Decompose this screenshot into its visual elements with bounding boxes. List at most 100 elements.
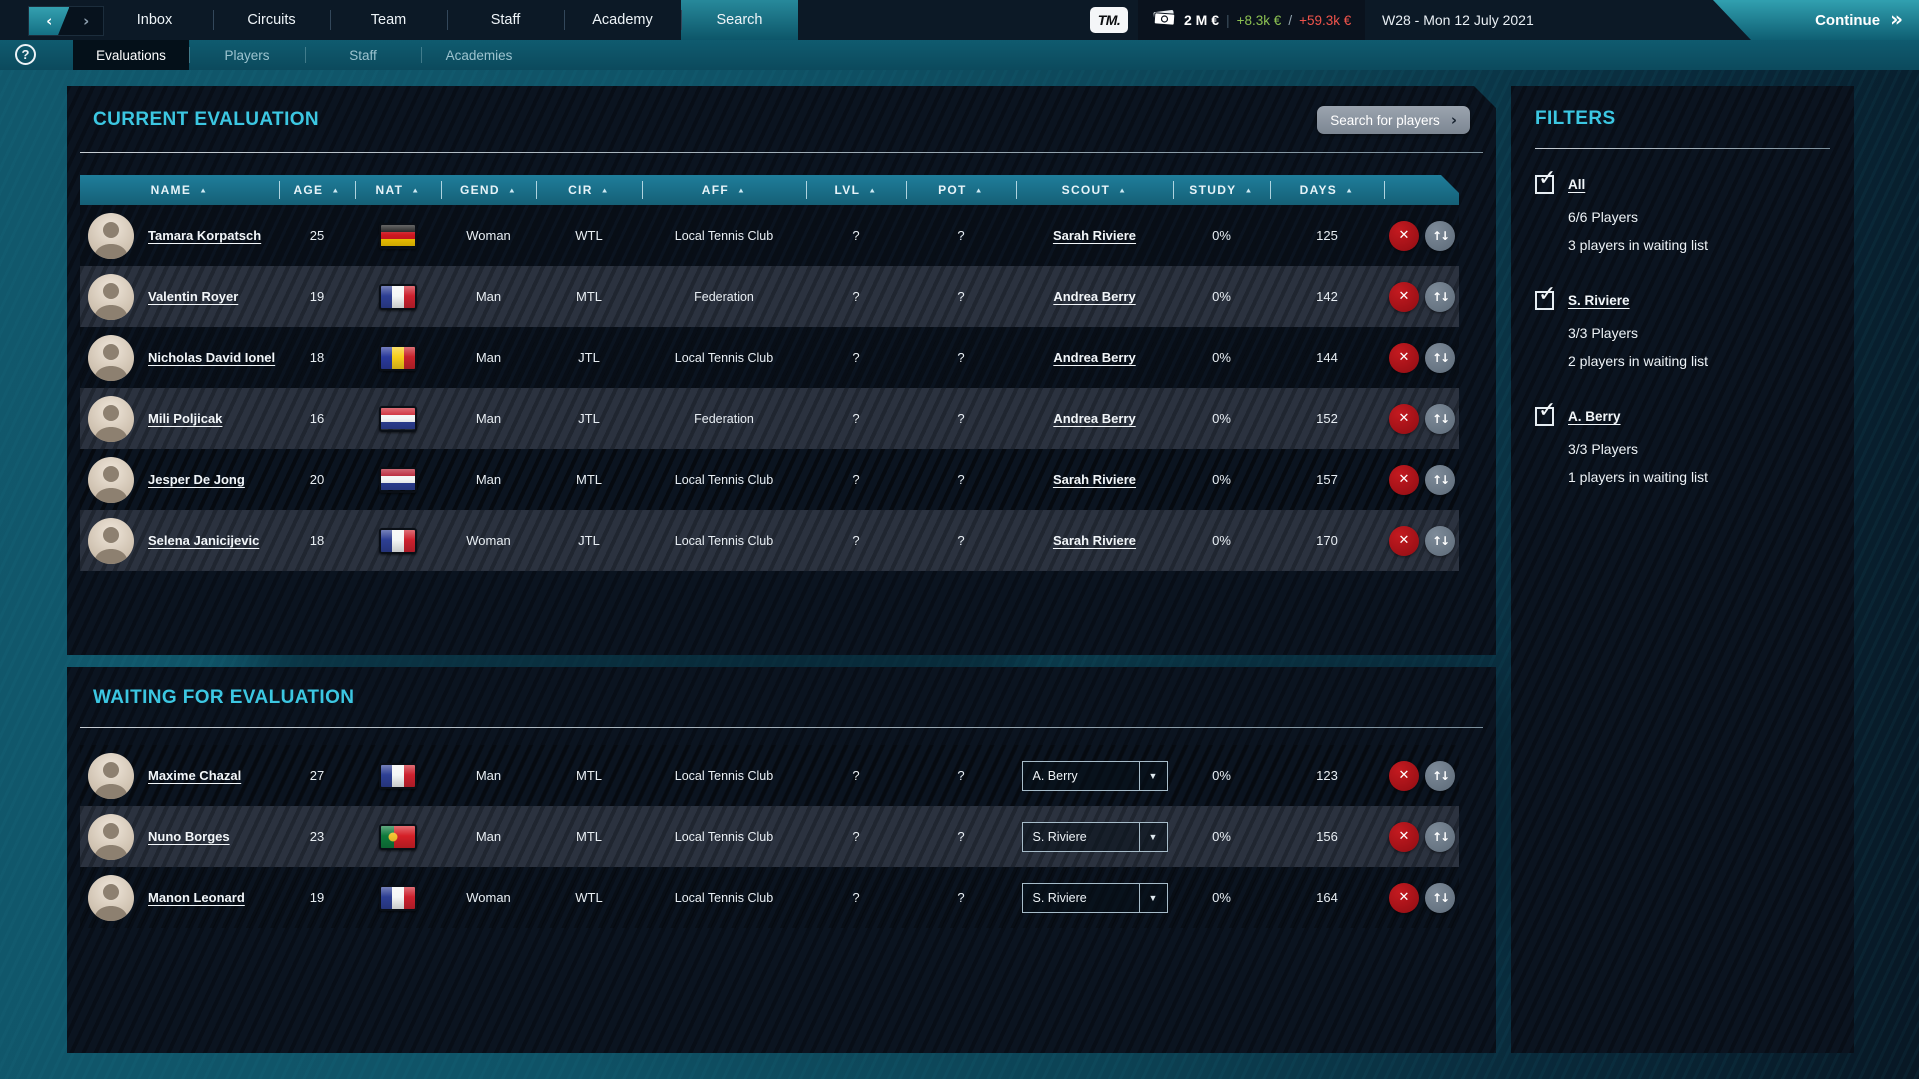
circuit-cell: MTL [536, 745, 642, 806]
search-for-players-button[interactable]: Search for players › [1317, 106, 1470, 134]
back-button[interactable]: ‹ [29, 7, 69, 35]
main-nav-tab[interactable]: Circuits [213, 0, 330, 40]
reorder-button[interactable]: ↑↓ [1425, 883, 1455, 913]
scout-name-link[interactable]: Andrea Berry [1053, 350, 1135, 365]
column-header[interactable]: GEND ▲ [441, 175, 536, 205]
player-avatar [88, 213, 134, 259]
waiting-player-row: Maxime Chazal 27 Man MTL Local Tennis Cl… [80, 745, 1459, 806]
player-name-link[interactable]: Jesper De Jong [148, 472, 245, 487]
sub-nav-tab[interactable]: Staff [305, 40, 421, 70]
scout-name-link[interactable]: Sarah Riviere [1053, 533, 1136, 548]
column-header[interactable]: SCOUT ▲ [1016, 175, 1173, 205]
days-cell: 170 [1270, 510, 1384, 571]
player-name-link[interactable]: Maxime Chazal [148, 768, 241, 783]
waiting-player-row: Nuno Borges 23 Man MTL Local Tennis Club… [80, 806, 1459, 867]
game-date: W28 - Mon 12 July 2021 [1382, 0, 1534, 40]
filter-checkbox[interactable]: ✓ [1535, 407, 1554, 426]
circuit-cell: WTL [536, 867, 642, 928]
filter-checkbox[interactable]: ✓ [1535, 291, 1554, 310]
sort-asc-icon: ▲ [331, 186, 340, 194]
affiliation-cell: Federation [642, 388, 806, 449]
player-row: Valentin Royer 19 Man MTL Federation ? ?… [80, 266, 1459, 327]
player-name-link[interactable]: Selena Janicijevic [148, 533, 259, 548]
scout-name-link[interactable]: Sarah Riviere [1053, 228, 1136, 243]
filter-group: ✓ A. Berry 3/3 Players 1 players in wait… [1535, 407, 1830, 485]
remove-evaluation-button[interactable]: ✕ [1389, 404, 1419, 434]
column-header[interactable]: NAME ▲ [80, 175, 279, 205]
player-name-link[interactable]: Manon Leonard [148, 890, 245, 905]
column-header[interactable]: AFF ▲ [642, 175, 806, 205]
remove-evaluation-button[interactable]: ✕ [1389, 761, 1419, 791]
current-evaluation-title: CURRENT EVALUATION [93, 109, 319, 131]
column-header-spacer [1384, 175, 1459, 205]
gender-cell: Man [441, 327, 536, 388]
main-nav-tab[interactable]: Academy [564, 0, 681, 40]
level-cell: ? [806, 205, 906, 266]
sub-nav-tab[interactable]: Players [189, 40, 305, 70]
potential-cell: ? [906, 806, 1016, 867]
waiting-evaluation-rows: Maxime Chazal 27 Man MTL Local Tennis Cl… [80, 745, 1459, 928]
filter-waiting-count: 1 players in waiting list [1568, 469, 1830, 485]
divider [80, 152, 1483, 153]
reorder-button[interactable]: ↑↓ [1425, 526, 1455, 556]
player-name-link[interactable]: Nicholas David Ionel [148, 350, 275, 365]
sub-nav: ? EvaluationsPlayersStaffAcademies [0, 40, 1919, 70]
main-nav-tab[interactable]: Inbox [96, 0, 213, 40]
sub-nav-tab[interactable]: Evaluations [73, 40, 189, 70]
player-avatar [88, 274, 134, 320]
help-icon[interactable]: ? [15, 44, 36, 65]
remove-evaluation-button[interactable]: ✕ [1389, 883, 1419, 913]
scout-select-dropdown[interactable]: S. Riviere ▼ [1022, 883, 1168, 913]
potential-cell: ? [906, 205, 1016, 266]
main-nav-tab[interactable]: Team [330, 0, 447, 40]
remove-evaluation-button[interactable]: ✕ [1389, 221, 1419, 251]
column-header[interactable]: LVL ▲ [806, 175, 906, 205]
continue-button[interactable]: Continue » [1713, 0, 1919, 40]
weekly-loss: +59.3k € [1299, 13, 1351, 28]
age-cell: 18 [279, 327, 355, 388]
sort-asc-icon: ▲ [411, 186, 420, 194]
scout-name-link[interactable]: Andrea Berry [1053, 411, 1135, 426]
remove-evaluation-button[interactable]: ✕ [1389, 343, 1419, 373]
player-name-link[interactable]: Mili Poljicak [148, 411, 222, 426]
remove-evaluation-button[interactable]: ✕ [1389, 526, 1419, 556]
level-cell: ? [806, 510, 906, 571]
remove-evaluation-button[interactable]: ✕ [1389, 465, 1419, 495]
filter-checkbox[interactable]: ✓ [1535, 175, 1554, 194]
filter-label-link[interactable]: A. Berry [1568, 409, 1621, 424]
column-header[interactable]: DAYS ▲ [1270, 175, 1384, 205]
reorder-button[interactable]: ↑↓ [1425, 404, 1455, 434]
filter-label-link[interactable]: S. Riviere [1568, 293, 1630, 308]
level-cell: ? [806, 266, 906, 327]
chevron-right-icon: › [1451, 111, 1457, 129]
remove-evaluation-button[interactable]: ✕ [1389, 822, 1419, 852]
column-header[interactable]: AGE ▲ [279, 175, 355, 205]
reorder-button[interactable]: ↑↓ [1425, 761, 1455, 791]
player-row: Nicholas David Ionel 18 Man JTL Local Te… [80, 327, 1459, 388]
column-header[interactable]: POT ▲ [906, 175, 1016, 205]
scout-name-link[interactable]: Sarah Riviere [1053, 472, 1136, 487]
player-name-link[interactable]: Nuno Borges [148, 829, 230, 844]
main-nav-tab[interactable]: Search [681, 0, 798, 40]
days-cell: 123 [1270, 745, 1384, 806]
age-cell: 18 [279, 510, 355, 571]
player-name-link[interactable]: Tamara Korpatsch [148, 228, 261, 243]
days-cell: 157 [1270, 449, 1384, 510]
reorder-button[interactable]: ↑↓ [1425, 822, 1455, 852]
main-nav-tab[interactable]: Staff [447, 0, 564, 40]
scout-select-dropdown[interactable]: S. Riviere ▼ [1022, 822, 1168, 852]
scout-name-link[interactable]: Andrea Berry [1053, 289, 1135, 304]
player-name-link[interactable]: Valentin Royer [148, 289, 238, 304]
sub-nav-tab[interactable]: Academies [421, 40, 537, 70]
scout-select-dropdown[interactable]: A. Berry ▼ [1022, 761, 1168, 791]
filter-group: ✓ S. Riviere 3/3 Players 2 players in wa… [1535, 291, 1830, 369]
column-header[interactable]: NAT ▲ [355, 175, 441, 205]
column-header[interactable]: STUDY ▲ [1173, 175, 1270, 205]
remove-evaluation-button[interactable]: ✕ [1389, 282, 1419, 312]
column-header[interactable]: CIR ▲ [536, 175, 642, 205]
filter-label-link[interactable]: All [1568, 177, 1585, 192]
reorder-button[interactable]: ↑↓ [1425, 282, 1455, 312]
reorder-button[interactable]: ↑↓ [1425, 343, 1455, 373]
reorder-button[interactable]: ↑↓ [1425, 465, 1455, 495]
reorder-button[interactable]: ↑↓ [1425, 221, 1455, 251]
